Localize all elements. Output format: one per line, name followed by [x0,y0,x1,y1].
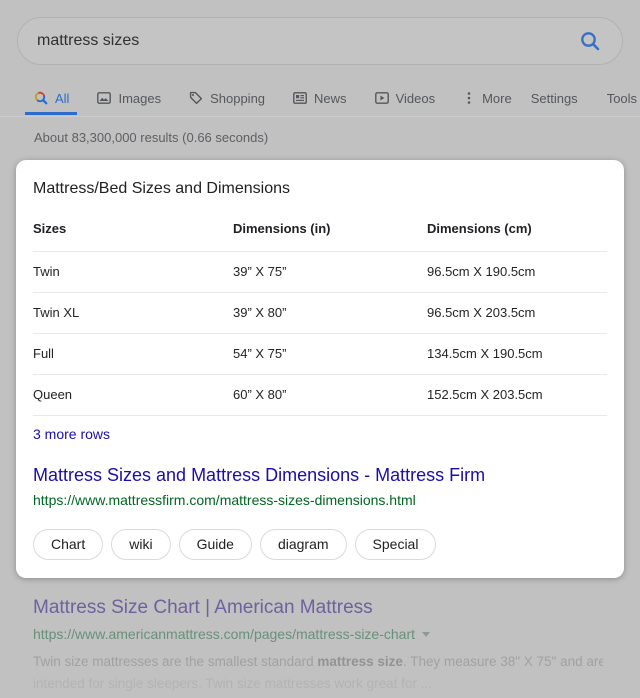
result-title-link[interactable]: Mattress Sizes and Mattress Dimensions -… [33,465,607,486]
tab-label: All [55,91,69,106]
news-icon [292,90,308,106]
result-snippet-line2: intended for single sleepers. Twin size … [33,673,603,695]
size-cell: Twin [33,251,233,292]
tab-all[interactable]: All [25,81,77,115]
images-icon [96,90,112,106]
chip-diagram[interactable]: diagram [260,529,347,560]
chip-chart[interactable]: Chart [33,529,103,560]
table-row: Twin XL 39” X 80” 96.5cm X 203.5cm [33,292,607,333]
table-row: Full 54” X 75” 134.5cm X 190.5cm [33,333,607,374]
size-cell: Full [33,333,233,374]
column-header: Sizes [33,206,233,251]
result-options-dropdown-icon[interactable] [422,632,430,637]
snippet-bold-text: mattress size [317,654,403,669]
tab-news[interactable]: News [284,81,355,115]
tab-bar: All Images Shopping [25,81,610,115]
tab-label: News [314,91,347,106]
result-url-row: https://www.americanmattress.com/pages/m… [33,626,603,642]
tab-label: Videos [396,91,436,106]
cm-cell: 96.5cm X 190.5cm [427,251,607,292]
result-url: https://www.mattressfirm.com/mattress-si… [33,492,607,508]
settings-button[interactable]: Settings [531,91,578,106]
cm-cell: 152.5cm X 203.5cm [427,374,607,415]
cm-cell: 96.5cm X 203.5cm [427,292,607,333]
tab-images[interactable]: Images [88,81,169,115]
column-header: Dimensions (in) [233,206,427,251]
tab-label: More [482,91,512,106]
table-header-row: Sizes Dimensions (in) Dimensions (cm) [33,206,607,251]
tab-videos[interactable]: Videos [366,81,444,115]
tools-button[interactable]: Tools [607,91,637,106]
google-search-mini-icon [33,90,49,106]
tab-shopping[interactable]: Shopping [180,81,273,115]
result-title-link[interactable]: Mattress Size Chart | American Mattress [33,597,603,619]
inches-cell: 39” X 75” [233,251,427,292]
google-serp-page: mattress sizes All [0,0,640,698]
table-row: Queen 60” X 80” 152.5cm X 203.5cm [33,374,607,415]
result-stats: About 83,300,000 results (0.66 seconds) [34,130,268,145]
related-chips: Chart wiki Guide diagram Special [33,529,607,560]
tab-more[interactable]: More [454,81,520,115]
chip-guide[interactable]: Guide [179,529,252,560]
search-input[interactable]: mattress sizes [37,32,578,50]
cm-cell: 134.5cm X 190.5cm [427,333,607,374]
chip-special[interactable]: Special [355,529,437,560]
featured-snippet-card: Mattress/Bed Sizes and Dimensions Sizes … [16,160,624,578]
organic-result: Mattress Size Chart | American Mattress … [33,597,603,695]
inches-cell: 54” X 75” [233,333,427,374]
table-row: Twin 39” X 75” 96.5cm X 190.5cm [33,251,607,292]
more-rows-link[interactable]: 3 more rows [33,426,110,442]
tabbar-divider [0,116,640,117]
videos-icon [374,90,390,106]
size-cell: Twin XL [33,292,233,333]
snippet-title: Mattress/Bed Sizes and Dimensions [33,180,607,198]
search-bar[interactable]: mattress sizes [17,17,623,65]
inches-cell: 39” X 80” [233,292,427,333]
snippet-text: Twin size mattresses are the smallest st… [33,654,317,669]
search-icon[interactable] [578,29,602,53]
size-cell: Queen [33,374,233,415]
chip-wiki[interactable]: wiki [111,529,170,560]
inches-cell: 60” X 80” [233,374,427,415]
column-header: Dimensions (cm) [427,206,607,251]
mattress-sizes-table: Sizes Dimensions (in) Dimensions (cm) Tw… [33,206,607,416]
result-url: https://www.americanmattress.com/pages/m… [33,626,415,642]
shopping-tag-icon [188,90,204,106]
tab-label: Shopping [210,91,265,106]
result-snippet-line1: Twin size mattresses are the smallest st… [33,651,603,673]
snippet-text: . They measure 38" X 75" and are [403,654,603,669]
tab-label: Images [118,91,161,106]
more-dots-icon [462,90,476,106]
